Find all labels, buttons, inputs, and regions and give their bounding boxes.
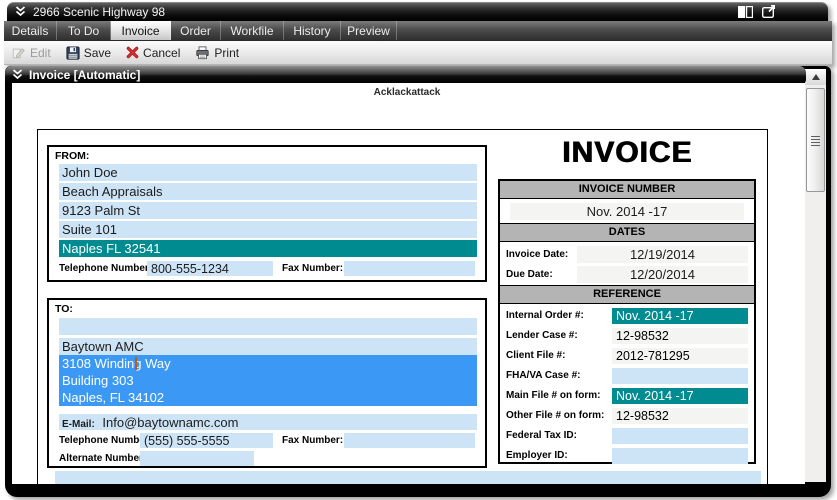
edit-pencil-icon (11, 46, 26, 60)
to-phone-field[interactable]: (555) 555-5555 (140, 433, 273, 448)
from-company-field[interactable]: Beach Appraisals (59, 183, 477, 200)
from-fax-field[interactable] (344, 261, 475, 276)
tab-history[interactable]: History (284, 21, 341, 40)
from-section: FROM: John Doe Beach Appraisals 9123 Pal… (47, 145, 487, 282)
main-file-label: Main File # on form: (506, 390, 600, 401)
title-bar: 2966 Scenic Highway 98 (7, 2, 828, 21)
reference-header: REFERENCE (500, 286, 754, 304)
lender-case-field[interactable]: 12-98532 (612, 328, 748, 344)
invoice-panel: Invoice [Automatic] Acklackattack FROM: … (5, 66, 831, 497)
scroll-up-button[interactable] (805, 69, 826, 85)
federal-tax-field[interactable] (612, 428, 748, 444)
app-window: 2966 Scenic Highway 98 Details To Do Inv… (4, 2, 832, 498)
other-file-field[interactable]: 12-98532 (612, 408, 748, 424)
text-cursor (135, 357, 137, 370)
employer-id-field[interactable] (612, 448, 748, 464)
from-phone-label: Telephone Number: (59, 263, 152, 274)
tab-workfile[interactable]: Workfile (221, 21, 284, 40)
fha-va-case-field[interactable] (612, 368, 748, 384)
invoice-number-field[interactable]: Nov. 2014 -17 (510, 203, 744, 220)
from-name-field[interactable]: John Doe (59, 164, 477, 181)
fha-va-case-label: FHA/VA Case #: (506, 370, 580, 381)
to-fax-field[interactable] (344, 433, 475, 448)
dates-header: DATES (500, 224, 754, 242)
from-address1-field[interactable]: 9123 Palm St (59, 202, 477, 219)
invoice-page: FROM: John Doe Beach Appraisals 9123 Pal… (37, 129, 768, 484)
tab-order[interactable]: Order (171, 21, 221, 40)
vertical-scrollbar[interactable] (805, 69, 826, 482)
invoice-number-header: INVOICE NUMBER (500, 181, 754, 199)
to-email-field[interactable]: E-Mail: Info@baytownamc.com (59, 414, 477, 430)
collapse-chevrons-icon[interactable] (15, 6, 26, 17)
to-line1-field[interactable] (59, 318, 477, 335)
tab-to-do[interactable]: To Do (57, 21, 111, 40)
split-panels-icon[interactable] (738, 6, 753, 18)
due-date-field[interactable]: 12/20/2014 (577, 266, 748, 283)
to-email-label: E-Mail: (62, 419, 95, 430)
lender-case-label: Lender Case #: (506, 330, 578, 341)
from-citystate-field[interactable]: Naples FL 32541 (59, 240, 477, 257)
tab-preview[interactable]: Preview (341, 21, 397, 40)
scrollbar-grip-icon (811, 136, 820, 148)
tab-invoice[interactable]: Invoice (111, 21, 171, 40)
invoice-details-table: INVOICE NUMBER Nov. 2014 -17 DATES Invoi… (498, 179, 756, 464)
federal-tax-label: Federal Tax ID: (506, 430, 577, 441)
from-fax-label: Fax Number: (282, 263, 343, 274)
main-file-field[interactable]: Nov. 2014 -17 (612, 388, 748, 404)
invoice-date-field[interactable]: 12/19/2014 (577, 246, 748, 263)
section-collapse-chevrons-icon[interactable] (12, 69, 23, 80)
section-header-title: Invoice [Automatic] (29, 68, 140, 82)
invoice-document-area: Acklackattack FROM: John Doe Beach Appra… (12, 83, 805, 484)
internal-order-label: Internal Order #: (506, 310, 584, 321)
save-button[interactable]: Save (66, 46, 111, 60)
to-fax-label: Fax Number: (282, 435, 343, 446)
bottom-blank-field[interactable] (55, 471, 761, 484)
save-floppy-icon (66, 46, 80, 60)
edit-button[interactable]: Edit (11, 46, 51, 60)
print-button[interactable]: Print (195, 46, 239, 60)
tab-bar: Details To Do Invoice Order Workfile His… (4, 21, 832, 41)
invoice-date-label: Invoice Date: (506, 249, 568, 260)
to-alternate-label: Alternate Number: (59, 453, 146, 464)
popout-icon[interactable] (762, 5, 776, 18)
window-title: 2966 Scenic Highway 98 (33, 5, 165, 19)
from-address2-field[interactable]: Suite 101 (59, 221, 477, 238)
cancel-x-icon (126, 46, 139, 59)
from-label: FROM: (55, 150, 89, 162)
due-date-label: Due Date: (506, 269, 553, 280)
client-file-label: Client File #: (506, 350, 565, 361)
to-alternate-field[interactable] (140, 451, 254, 466)
invoice-heading: INVOICE (498, 136, 756, 170)
tab-details[interactable]: Details (4, 21, 57, 40)
client-file-field[interactable]: 2012-781295 (612, 348, 748, 364)
print-printer-icon (195, 46, 210, 60)
employer-id-label: Employer ID: (506, 450, 568, 461)
toolbar: Edit Save Cancel Print (4, 41, 832, 65)
to-company-field[interactable]: Baytown AMC (59, 338, 477, 355)
triangle-up-icon (812, 74, 820, 80)
form-header-text: Acklackattack (312, 87, 502, 98)
to-section: TO: Baytown AMC 3108 Winding Way Buildin… (47, 298, 487, 468)
other-file-label: Other File # on form: (506, 410, 604, 421)
section-header-bar[interactable]: Invoice [Automatic] (5, 66, 806, 83)
from-phone-field[interactable]: 800-555-1234 (147, 261, 273, 276)
scrollbar-thumb[interactable] (806, 88, 825, 192)
cancel-button[interactable]: Cancel (126, 46, 180, 60)
to-address-textarea[interactable]: 3108 Winding Way Building 303 Naples, FL… (59, 355, 477, 406)
internal-order-field[interactable]: Nov. 2014 -17 (612, 308, 748, 324)
to-phone-label: Telephone Number: (59, 435, 152, 446)
to-label: TO: (55, 303, 73, 315)
